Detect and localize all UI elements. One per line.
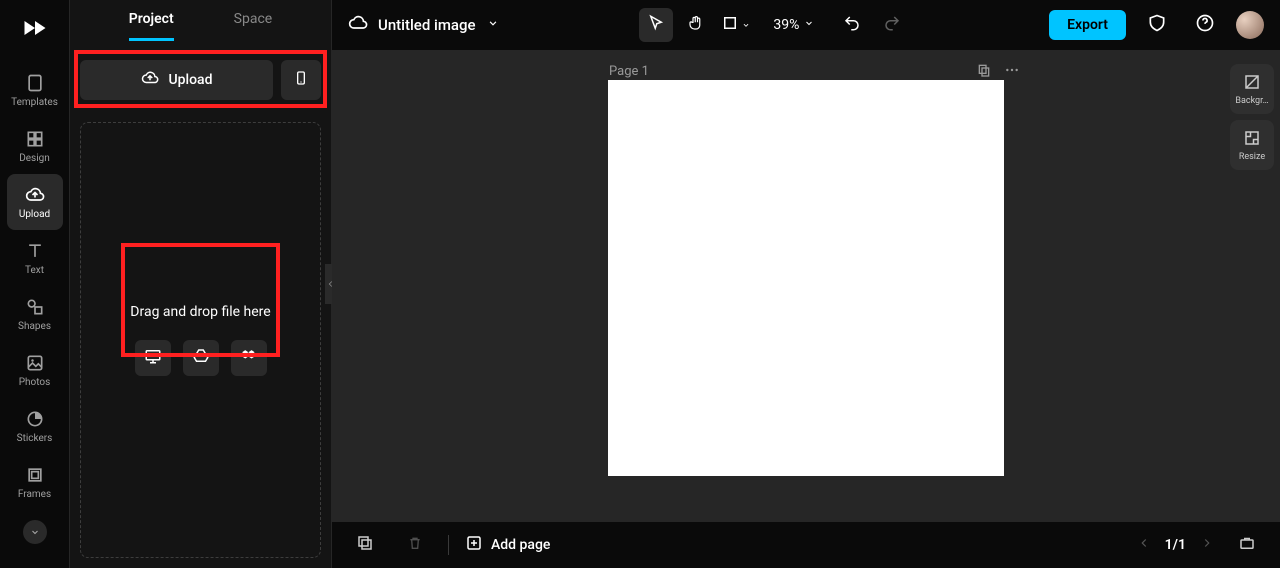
layers-icon [356,534,374,556]
export-button[interactable]: Export [1049,10,1126,40]
artboard-tool[interactable] [719,8,753,42]
nav-photos[interactable]: Photos [7,342,63,398]
nav-label: Shapes [18,321,51,332]
history-tools [835,8,909,42]
pager: 1/1 [1137,536,1214,554]
upload-row: Upload [80,60,321,100]
trash-icon [407,535,423,555]
nav-frames[interactable]: Frames [7,454,63,510]
select-tool[interactable] [639,8,673,42]
page-more-button[interactable] [1004,62,1020,82]
duplicate-page-button[interactable] [976,62,992,82]
add-page-label: Add page [491,537,550,553]
side-panel: Project Space Upload Drag and drop file … [70,0,332,568]
hand-icon [687,14,705,36]
cursor-tools [639,8,753,42]
help-icon [1195,13,1215,37]
monitor-icon [144,347,162,369]
cloud-icon [348,13,368,37]
nav-label: Upload [19,209,50,220]
add-page-button[interactable]: Add page [465,534,550,556]
upload-label: Upload [169,72,213,88]
topbar: Untitled image 39% [332,0,1280,50]
pager-value: 1/1 [1165,537,1186,553]
present-button[interactable] [1230,528,1264,562]
nav-label: Photos [19,377,51,388]
nav-label: Design [19,153,50,164]
background-button[interactable]: Backgr… [1230,64,1274,114]
briefcase-icon [1238,534,1256,556]
from-drive-button[interactable] [183,340,219,376]
layers-button[interactable] [348,528,382,562]
add-page-icon [465,534,483,556]
google-drive-icon [192,347,210,369]
main-area: Untitled image 39% [332,0,1280,568]
next-page-button[interactable] [1200,536,1214,554]
zoom-control[interactable]: 39% [773,17,815,33]
panel-tabs: Project Space [70,0,331,50]
right-rail-label: Resize [1239,152,1265,162]
from-dropbox-button[interactable] [231,340,267,376]
page-actions [976,62,1020,82]
tab-project[interactable]: Project [129,11,174,39]
delete-button[interactable] [398,528,432,562]
title-group[interactable]: Untitled image [348,13,500,37]
background-icon [1243,73,1261,94]
nav-design[interactable]: Design [7,118,63,174]
export-label: Export [1067,17,1108,33]
chevron-down-icon [486,16,500,34]
nav-text[interactable]: Text [7,230,63,286]
shield-button[interactable] [1140,8,1174,42]
drop-area[interactable]: Drag and drop file here [80,122,321,558]
right-rail-label: Backgr… [1235,96,1268,106]
nav-stickers[interactable]: Stickers [7,398,63,454]
nav-templates[interactable]: Templates [7,62,63,118]
nav-label: Frames [18,489,51,500]
nav-label: Templates [11,97,58,108]
divider [448,535,449,555]
zoom-value: 39% [773,17,799,33]
drop-text: Drag and drop file here [130,304,270,320]
cloud-upload-icon [141,69,159,91]
document-title: Untitled image [378,16,476,34]
bottombar: Add page 1/1 [332,522,1280,568]
prev-page-button[interactable] [1137,536,1151,554]
tab-space[interactable]: Space [234,11,273,39]
redo-button[interactable] [875,8,909,42]
canvas-area[interactable]: Page 1 Backgr… Resize [332,50,1280,522]
app-logo[interactable] [19,12,51,44]
mobile-upload-button[interactable] [281,60,321,100]
resize-button[interactable]: Resize [1230,120,1274,170]
artboard-icon [721,14,739,36]
nav-expand-button[interactable] [23,520,47,544]
dropbox-icon [240,347,258,369]
nav-label: Text [25,265,44,276]
drop-source-icons [135,340,267,376]
chevron-down-icon [803,17,815,33]
undo-icon [843,14,861,36]
nav-rail: Templates Design Upload Text Shapes Phot… [0,0,70,568]
canvas-page[interactable] [608,80,1004,476]
undo-button[interactable] [835,8,869,42]
nav-upload[interactable]: Upload [7,174,63,230]
from-computer-button[interactable] [135,340,171,376]
page-label: Page 1 [609,64,649,79]
help-button[interactable] [1188,8,1222,42]
hand-tool[interactable] [679,8,713,42]
cursor-icon [647,14,665,36]
redo-icon [883,14,901,36]
phone-icon [293,70,309,90]
nav-label: Stickers [17,433,53,444]
resize-icon [1243,129,1261,150]
upload-button[interactable]: Upload [80,60,273,100]
nav-shapes[interactable]: Shapes [7,286,63,342]
right-rail: Backgr… Resize [1230,64,1274,170]
shield-icon [1147,13,1167,37]
avatar[interactable] [1236,11,1264,39]
